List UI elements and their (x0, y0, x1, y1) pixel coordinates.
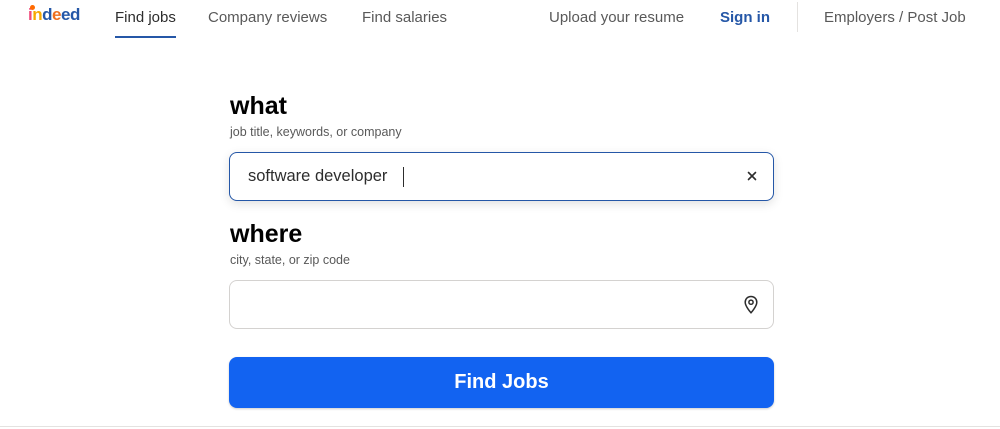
what-hint: job title, keywords, or company (230, 125, 402, 139)
where-field[interactable] (229, 280, 774, 329)
text-caret (403, 167, 404, 187)
nav-upload-resume[interactable]: Upload your resume (549, 9, 684, 27)
logo-dot (30, 5, 35, 10)
nav-employers-post-job[interactable]: Employers / Post Job (824, 9, 966, 27)
what-input[interactable] (248, 153, 728, 200)
what-label: what (230, 92, 287, 120)
where-input[interactable] (248, 281, 728, 328)
where-hint: city, state, or zip code (230, 253, 350, 267)
nav-company-reviews[interactable]: Company reviews (208, 9, 327, 27)
nav-find-jobs[interactable]: Find jobs (115, 9, 176, 38)
top-nav: indeed Find jobs Company reviews Find sa… (0, 0, 1000, 40)
nav-divider (797, 2, 798, 32)
what-field[interactable] (229, 152, 774, 201)
map-pin-icon (743, 295, 759, 315)
find-jobs-button[interactable]: Find Jobs (229, 357, 774, 408)
indeed-logo[interactable]: indeed (28, 5, 80, 25)
nav-find-salaries[interactable]: Find salaries (362, 9, 447, 27)
sign-in-link[interactable]: Sign in (720, 9, 770, 27)
page-divider (0, 426, 1000, 427)
close-icon[interactable] (744, 168, 760, 184)
where-label: where (230, 220, 303, 248)
